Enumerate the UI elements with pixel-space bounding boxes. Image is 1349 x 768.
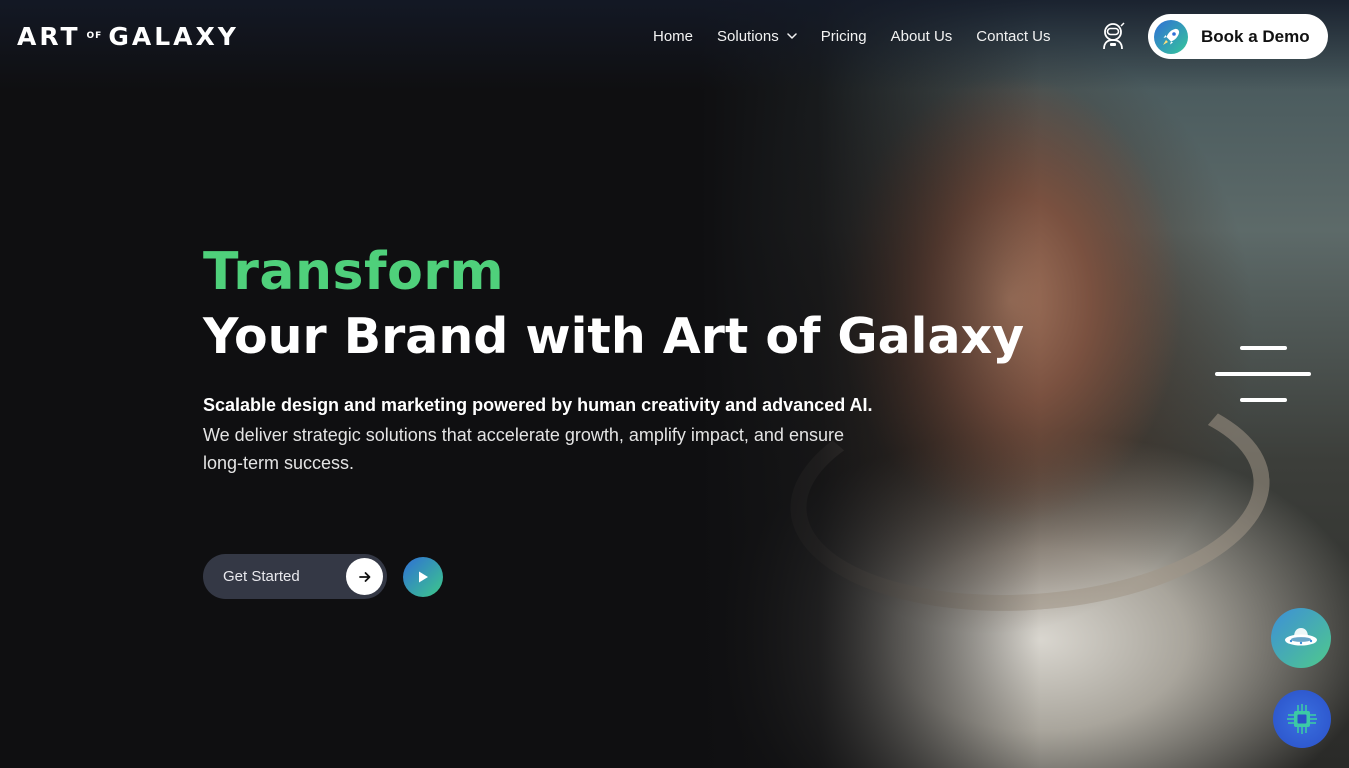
chevron-down-icon xyxy=(786,33,797,39)
hero-title-highlight: Transform xyxy=(203,242,505,302)
book-demo-button[interactable]: Book a Demo xyxy=(1148,14,1328,59)
ai-chip-icon xyxy=(1287,704,1317,734)
nav-home-label: Home xyxy=(653,27,694,45)
logo-text-galaxy: GALAXY xyxy=(108,21,239,51)
play-icon xyxy=(419,571,428,583)
hamburger-menu-button[interactable] xyxy=(1213,344,1313,406)
nav-pricing-label: Pricing xyxy=(820,27,867,45)
ai-assistant-button[interactable] xyxy=(1273,690,1331,748)
nav-contact[interactable]: Contact Us xyxy=(976,24,1050,48)
ufo-icon xyxy=(1285,628,1317,646)
brand-logo[interactable]: ART OF GALAXY xyxy=(17,20,239,52)
menu-line-middle xyxy=(1215,372,1311,376)
get-started-button[interactable]: Get Started xyxy=(203,554,387,599)
nav-pricing[interactable]: Pricing xyxy=(821,24,867,48)
ufo-chat-button[interactable] xyxy=(1271,608,1331,668)
rocket-icon xyxy=(1154,19,1188,54)
hero-lead: Scalable design and marketing powered by… xyxy=(203,395,873,415)
landing-page: ART OF GALAXY Home Solutions Pricing Abo… xyxy=(0,0,1349,768)
menu-line-bottom xyxy=(1240,398,1287,402)
logo-text-art: ART xyxy=(17,21,81,51)
arrow-right-icon xyxy=(346,558,383,595)
play-video-button[interactable] xyxy=(403,557,443,597)
hero-description: We deliver strategic solutions that acce… xyxy=(203,425,844,473)
nav-about[interactable]: About Us xyxy=(891,24,953,48)
nav-about-label: About Us xyxy=(890,27,953,45)
site-header: ART OF GALAXY Home Solutions Pricing Abo… xyxy=(0,0,1349,72)
get-started-label: Get Started xyxy=(223,568,300,585)
astronaut-icon[interactable] xyxy=(1100,22,1126,50)
book-demo-label: Book a Demo xyxy=(1201,26,1310,46)
nav-home[interactable]: Home xyxy=(653,24,693,48)
nav-solutions[interactable]: Solutions xyxy=(717,24,797,48)
logo-text-of: OF xyxy=(86,31,103,41)
hero-title: Your Brand with Art of Galaxy xyxy=(203,308,1025,365)
main-nav: Home Solutions Pricing About Us Contact … xyxy=(653,24,1075,48)
nav-solutions-label: Solutions xyxy=(717,27,779,45)
nav-contact-label: Contact Us xyxy=(976,27,1051,45)
menu-line-top xyxy=(1240,346,1287,350)
hero-image-fade xyxy=(700,0,1040,768)
